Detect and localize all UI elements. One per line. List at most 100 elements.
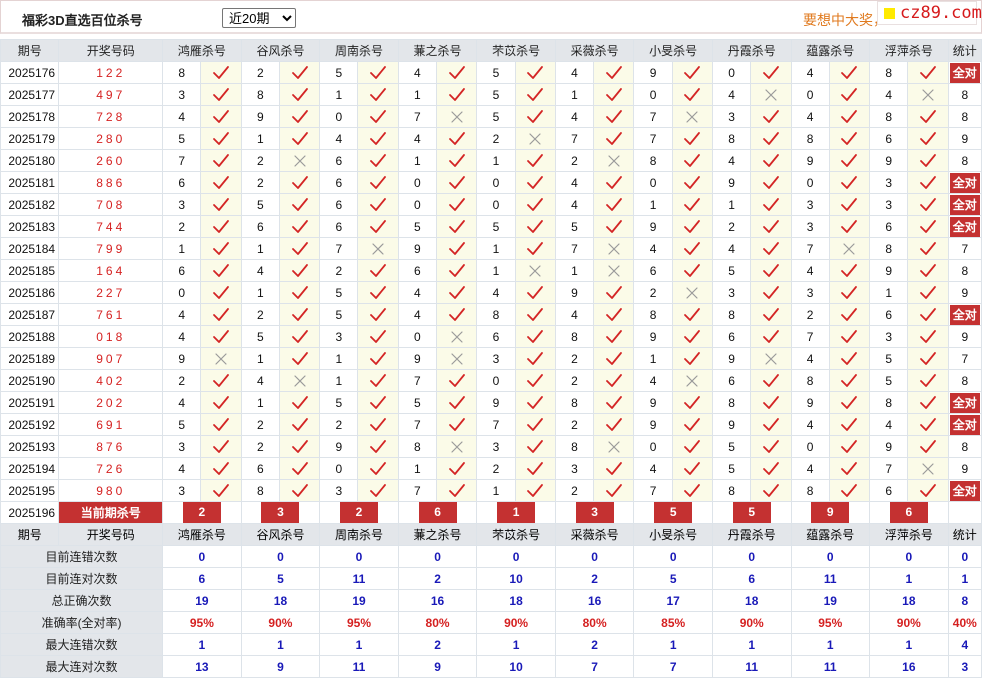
kill-number-cell: 7 [790, 237, 830, 260]
draw-number-cell: 708 [58, 193, 164, 216]
cross-mark-icon [514, 259, 556, 282]
check-mark-icon [514, 281, 556, 304]
kill-number-cell: 9 [397, 347, 438, 370]
check-mark-icon [750, 479, 792, 502]
check-mark-icon [436, 149, 478, 172]
table-row: 2025187 761 4 2 5 4 8 4 8 8 2 6 全对 [0, 303, 982, 326]
col-header-expert: 蕴露杀号 [790, 39, 871, 62]
check-mark-icon [828, 105, 871, 128]
summary-value: 19 [162, 589, 242, 612]
kill-number-cell: 2 [790, 303, 830, 326]
kill-number-cell: 9 [869, 149, 909, 172]
check-mark-icon [671, 259, 713, 282]
summary-value: 1 [869, 633, 949, 656]
check-mark-icon [750, 149, 792, 172]
kill-number-cell: 6 [397, 259, 438, 282]
kill-number-cell: 5 [162, 413, 202, 436]
kill-number-cell: 4 [633, 237, 673, 260]
site-logo[interactable]: cz89.com [877, 1, 982, 25]
period-cell: 2025191 [0, 391, 60, 414]
check-mark-icon [907, 391, 949, 414]
check-mark-icon [907, 413, 949, 436]
check-mark-icon [907, 259, 949, 282]
kill-number-cell: 4 [397, 281, 438, 304]
kill-number-cell: 5 [869, 347, 909, 370]
kill-number-cell: 7 [397, 413, 438, 436]
summary-value: 0 [162, 545, 242, 568]
kill-number-cell: 5 [319, 281, 359, 304]
kill-number-cell: 2 [554, 369, 595, 392]
kill-number-cell: 4 [790, 105, 830, 128]
current-kill-cell: 5 [711, 501, 792, 524]
summary-value: 11 [711, 655, 792, 678]
current-kill-badge: 2 [339, 502, 378, 523]
current-kill-cell: 2 [162, 501, 242, 524]
cross-mark-icon [514, 127, 556, 150]
kill-number-cell: 4 [162, 303, 202, 326]
check-mark-icon [514, 105, 556, 128]
kill-number-cell: 0 [790, 83, 830, 106]
check-mark-icon [907, 435, 949, 458]
check-mark-icon [593, 105, 635, 128]
kill-number-cell: 5 [319, 391, 359, 414]
check-mark-icon [514, 457, 556, 480]
kill-number-cell: 6 [711, 325, 752, 348]
kill-number-cell: 2 [162, 369, 202, 392]
check-mark-icon [200, 193, 242, 216]
kill-number-cell: 3 [476, 347, 516, 370]
summary-header-row: 期号 开奖号码 鸿雁杀号 谷风杀号 周南杀号 蒹之杀号 芣苡杀号 采薇杀号 小旻杀号 丹霞杀号 蕴露… [0, 523, 982, 546]
check-mark-icon [436, 413, 478, 436]
summary-label: 总正确次数 [0, 589, 164, 612]
check-mark-icon [750, 61, 792, 84]
kill-number-cell: 2 [554, 413, 595, 436]
summary-value: 5 [633, 567, 713, 590]
kill-number-cell: 8 [711, 303, 752, 326]
kill-number-cell: 9 [397, 237, 438, 260]
kill-number-cell: 6 [162, 171, 202, 194]
period-cell: 2025177 [0, 83, 60, 106]
kill-number-cell: 9 [633, 325, 673, 348]
kill-number-cell: 9 [711, 171, 752, 194]
summary-value: 90% [240, 611, 321, 634]
promo-text[interactable]: 要想中大奖， [803, 10, 887, 30]
cross-mark-icon [828, 237, 871, 260]
check-mark-icon [514, 369, 556, 392]
kill-number-cell: 1 [240, 347, 280, 370]
check-mark-icon [278, 215, 321, 238]
check-mark-icon [593, 413, 635, 436]
kill-number-cell: 3 [790, 193, 830, 216]
current-kill-badge: 6 [889, 502, 928, 523]
check-mark-icon [357, 193, 399, 216]
draw-number-cell: 761 [58, 303, 164, 326]
summary-value: 2 [554, 567, 635, 590]
check-mark-icon [278, 127, 321, 150]
kill-number-cell: 2 [554, 347, 595, 370]
kill-number-cell: 4 [240, 259, 280, 282]
period-cell: 2025184 [0, 237, 60, 260]
kill-number-cell: 5 [397, 215, 438, 238]
check-mark-icon [671, 83, 713, 106]
check-mark-icon [907, 281, 949, 304]
summary-value: 0 [554, 545, 635, 568]
kill-number-cell: 7 [554, 127, 595, 150]
col-header-expert: 谷风杀号 [240, 39, 321, 62]
kill-number-cell: 4 [319, 127, 359, 150]
summary-row: 最大连错次数 1 1 1 2 1 2 1 1 1 1 4 [0, 633, 982, 656]
check-mark-icon [828, 149, 871, 172]
kill-number-cell: 6 [162, 259, 202, 282]
kill-number-cell: 5 [319, 61, 359, 84]
check-mark-icon [436, 193, 478, 216]
current-kill-cell: 9 [790, 501, 871, 524]
kill-number-cell: 5 [319, 303, 359, 326]
check-mark-icon [278, 61, 321, 84]
summary-value: 1 [711, 633, 792, 656]
kill-number-cell: 6 [319, 193, 359, 216]
kill-number-cell: 5 [240, 325, 280, 348]
check-mark-icon [828, 127, 871, 150]
period-range-select[interactable]: 近20期 [222, 8, 296, 28]
summary-value: 1 [162, 633, 242, 656]
draw-number-cell: 728 [58, 105, 164, 128]
kill-number-cell: 1 [240, 281, 280, 304]
kill-number-cell: 3 [869, 171, 909, 194]
kill-number-cell: 7 [319, 237, 359, 260]
